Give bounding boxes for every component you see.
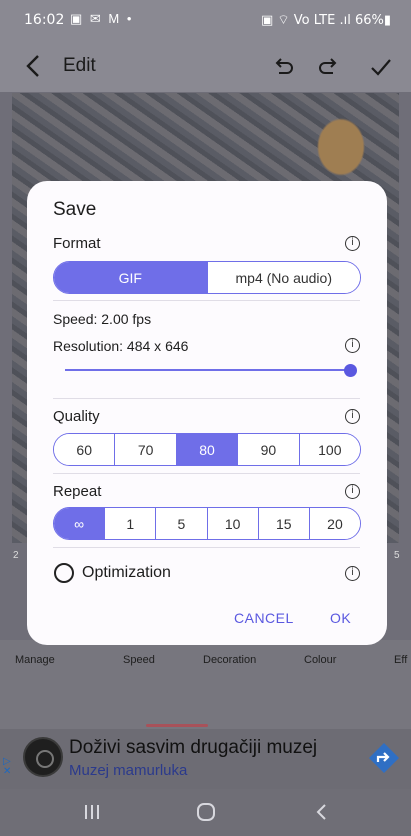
- quality-selector: 60 70 80 90 100: [53, 433, 361, 466]
- quality-option-90[interactable]: 90: [237, 434, 299, 465]
- format-label: Format: [53, 235, 101, 252]
- quality-info-icon[interactable]: i: [345, 409, 360, 424]
- back-nav-icon[interactable]: [310, 801, 334, 823]
- frame-strip-start: 2: [13, 550, 19, 561]
- divider: [53, 473, 360, 474]
- system-status-icons: ▣ ⌔ Vo LTE .ıl 66%▮: [260, 13, 391, 28]
- repeat-option-10[interactable]: 10: [206, 508, 258, 539]
- home-icon[interactable]: [194, 801, 218, 823]
- back-arrow-icon[interactable]: [22, 52, 46, 80]
- directions-icon[interactable]: [367, 741, 401, 775]
- quality-option-60[interactable]: 60: [54, 434, 115, 465]
- repeat-option-20[interactable]: 20: [308, 508, 360, 539]
- format-info-icon[interactable]: i: [345, 236, 360, 251]
- tool-manage[interactable]: Manage: [15, 654, 55, 666]
- cancel-button[interactable]: CANCEL: [234, 610, 294, 626]
- tool-decoration[interactable]: Decoration: [203, 654, 256, 666]
- redo-icon[interactable]: [316, 54, 342, 80]
- tool-colour[interactable]: Colour: [304, 654, 336, 666]
- resolution-info-icon[interactable]: i: [345, 338, 360, 353]
- repeat-option-1[interactable]: 1: [104, 508, 156, 539]
- status-time: 16:02: [24, 12, 65, 28]
- repeat-option-5[interactable]: 5: [155, 508, 207, 539]
- repeat-selector: ∞ 1 5 10 15 20: [53, 507, 361, 540]
- optimization-radio[interactable]: [54, 563, 74, 583]
- speed-row: Speed: 2.00 fps: [53, 311, 151, 327]
- ad-headline[interactable]: Doživi sasvim drugačiji muzej: [69, 737, 317, 759]
- repeat-label: Repeat: [53, 483, 102, 500]
- page-title: Edit: [63, 55, 96, 76]
- resolution-label: Resolution: [53, 338, 120, 354]
- repeat-option-15[interactable]: 15: [257, 508, 309, 539]
- quality-label: Quality: [53, 408, 100, 425]
- resolution-value: : 484 x 646: [119, 338, 189, 354]
- system-nav-bar: [0, 789, 411, 836]
- ok-button[interactable]: OK: [330, 610, 351, 626]
- dialog-title: Save: [53, 199, 97, 220]
- notification-icons: ▣ ✉ M •: [70, 11, 134, 26]
- divider: [53, 300, 360, 301]
- quality-option-100[interactable]: 100: [298, 434, 360, 465]
- tool-effects[interactable]: Eff: [394, 654, 407, 666]
- tool-indicator: [146, 724, 208, 727]
- speed-value: : 2.00 fps: [93, 311, 152, 327]
- optimization-label[interactable]: Optimization: [82, 564, 171, 582]
- ad-banner[interactable]: ▷ ✕ Doživi sasvim drugačiji muzej Muzej m…: [0, 729, 411, 789]
- resolution-slider-track[interactable]: [65, 369, 349, 371]
- repeat-info-icon[interactable]: i: [345, 484, 360, 499]
- tool-speed[interactable]: Speed: [123, 654, 155, 666]
- save-dialog: Save Format i GIF mp4 (No audio) Speed: …: [27, 181, 387, 645]
- frame-strip-end: 5: [394, 550, 400, 561]
- repeat-option-infinite[interactable]: ∞: [54, 508, 105, 539]
- optimization-info-icon[interactable]: i: [345, 566, 360, 581]
- app-bar: Edit: [0, 40, 411, 92]
- divider: [53, 398, 360, 399]
- format-option-mp4[interactable]: mp4 (No audio): [206, 262, 360, 293]
- speed-label: Speed: [53, 311, 94, 327]
- confirm-check-icon[interactable]: [368, 54, 394, 80]
- format-option-gif[interactable]: GIF: [54, 262, 207, 293]
- ad-brand[interactable]: Muzej mamurluka: [69, 762, 187, 779]
- resolution-row: Resolution: 484 x 646: [53, 338, 188, 354]
- tool-bar: Manage Speed Decoration Colour Eff: [0, 640, 411, 730]
- divider: [53, 547, 360, 548]
- quality-option-80[interactable]: 80: [175, 434, 238, 465]
- format-selector: GIF mp4 (No audio): [53, 261, 361, 294]
- recent-apps-icon[interactable]: [80, 801, 104, 823]
- resolution-slider-thumb[interactable]: [344, 364, 357, 377]
- ad-choices-icon[interactable]: ▷ ✕: [3, 757, 11, 777]
- quality-option-70[interactable]: 70: [114, 434, 176, 465]
- undo-icon[interactable]: [270, 54, 296, 80]
- status-bar: 16:02 ▣ ✉ M • ▣ ⌔ Vo LTE .ıl 66%▮: [0, 0, 411, 40]
- ad-logo: [23, 737, 63, 777]
